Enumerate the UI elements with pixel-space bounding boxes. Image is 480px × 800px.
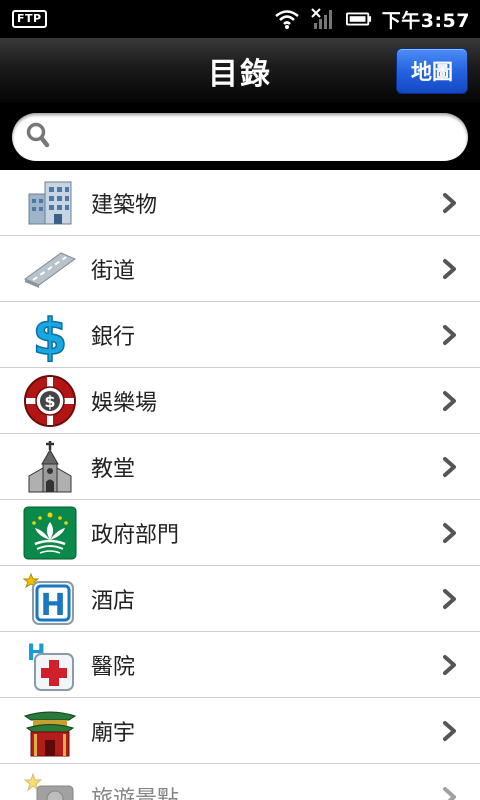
street-icon bbox=[23, 242, 77, 296]
chevron-right-icon bbox=[443, 457, 456, 477]
chevron-right-icon bbox=[443, 259, 456, 279]
list-item-attractions[interactable]: 旅遊景點 bbox=[0, 764, 480, 800]
list-item-casinos[interactable]: $ 娛樂場 bbox=[0, 368, 480, 434]
tourist-camera-icon bbox=[23, 770, 77, 800]
chevron-right-icon bbox=[443, 589, 456, 609]
map-button[interactable]: 地圖 bbox=[396, 48, 468, 94]
list-item-label: 廟宇 bbox=[91, 720, 136, 746]
list-item-streets[interactable]: 街道 bbox=[0, 236, 480, 302]
casino-chip-icon: $ bbox=[23, 374, 77, 428]
svg-text:$: $ bbox=[44, 392, 55, 411]
chevron-right-icon bbox=[443, 655, 456, 675]
battery-icon bbox=[345, 8, 372, 30]
page-title: 目錄 bbox=[208, 56, 272, 92]
svg-text:$: $ bbox=[33, 308, 68, 362]
wifi-icon bbox=[274, 8, 300, 30]
list-item-banks[interactable]: $ 銀行 bbox=[0, 302, 480, 368]
category-list: 建築物 街道 $ 銀行 $ 娛樂場 教堂 政府部門 H 酒店 H 醫院 廟宇 旅… bbox=[0, 170, 480, 800]
chevron-right-icon bbox=[443, 721, 456, 741]
chevron-right-icon bbox=[443, 523, 456, 543]
list-item-hospitals[interactable]: H 醫院 bbox=[0, 632, 480, 698]
list-item-label: 街道 bbox=[91, 258, 136, 284]
status-bar: FTP 下午3:57 bbox=[0, 0, 480, 38]
building-icon bbox=[23, 176, 77, 230]
ftp-status-icon: FTP bbox=[12, 10, 47, 28]
list-item-label: 醫院 bbox=[91, 654, 136, 680]
list-item-churches[interactable]: 教堂 bbox=[0, 434, 480, 500]
list-item-label: 酒店 bbox=[91, 588, 136, 614]
title-bar: 目錄 地圖 bbox=[0, 38, 480, 104]
chevron-right-icon bbox=[443, 391, 456, 411]
list-item-government[interactable]: 政府部門 bbox=[0, 500, 480, 566]
chevron-right-icon bbox=[443, 193, 456, 213]
list-item-hotels[interactable]: H 酒店 bbox=[0, 566, 480, 632]
list-item-label: 旅遊景點 bbox=[91, 786, 180, 800]
search-input[interactable] bbox=[58, 117, 468, 157]
search-icon bbox=[26, 122, 50, 152]
list-item-label: 建築物 bbox=[91, 192, 158, 218]
chevron-right-icon bbox=[443, 787, 456, 800]
hospital-icon: H bbox=[23, 638, 77, 692]
search-bar bbox=[0, 104, 480, 170]
list-item-label: 教堂 bbox=[91, 456, 136, 482]
dollar-icon: $ bbox=[23, 308, 77, 362]
no-signal-icon bbox=[310, 8, 336, 30]
list-item-label: 娛樂場 bbox=[91, 390, 158, 416]
status-clock: 下午3:57 bbox=[381, 9, 470, 32]
search-box[interactable] bbox=[12, 113, 468, 161]
hotel-icon: H bbox=[23, 572, 77, 626]
chevron-right-icon bbox=[443, 325, 456, 345]
macau-flag-icon bbox=[23, 506, 77, 560]
list-item-label: 銀行 bbox=[91, 324, 136, 350]
temple-icon bbox=[23, 704, 77, 758]
list-item-label: 政府部門 bbox=[91, 522, 180, 548]
list-item-buildings[interactable]: 建築物 bbox=[0, 170, 480, 236]
list-item-temples[interactable]: 廟宇 bbox=[0, 698, 480, 764]
church-icon bbox=[23, 440, 77, 494]
svg-text:H: H bbox=[40, 588, 65, 623]
